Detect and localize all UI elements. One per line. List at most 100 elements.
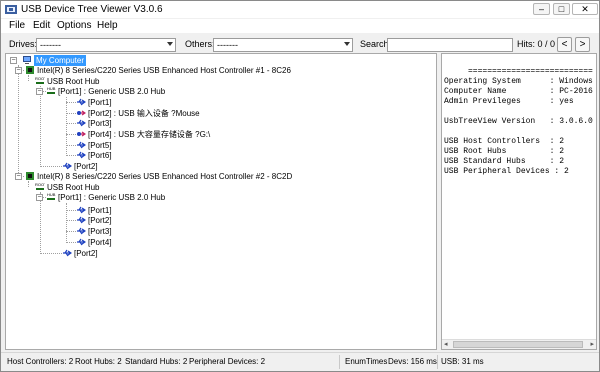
toolbar: Drives: ------- Others: ------- Search: …: [1, 34, 599, 55]
chevron-down-icon: [344, 42, 350, 46]
status-devs-time: Devs: 156 ms: [388, 357, 437, 366]
tree-line: [28, 75, 29, 81]
collapse-toggle[interactable]: −: [15, 67, 22, 74]
app-window: USB Device Tree Viewer V3.0.6 – □ ✕ File…: [0, 0, 600, 372]
menu-file[interactable]: File: [9, 20, 25, 31]
tree-line: [28, 181, 29, 187]
hits-count: Hits: 0 / 0: [517, 39, 556, 49]
usb-port-icon: [77, 238, 86, 246]
tree-node-label: Intel(R) 8 Series/C220 Series USB Enhanc…: [37, 66, 291, 75]
menu-options[interactable]: Options: [57, 20, 91, 31]
status-divider: [339, 355, 340, 369]
tree-node-label: [Port3]: [88, 227, 112, 236]
tree-node-label: [Port3]: [88, 119, 112, 128]
usb-port-icon: [77, 151, 86, 159]
horizontal-scrollbar[interactable]: ◂ ▸: [442, 339, 596, 349]
info-line: USB Standard Hubs : 2: [444, 157, 565, 166]
svg-text:HUB: HUB: [47, 86, 56, 91]
svg-text:HUB: HUB: [47, 192, 56, 197]
info-line: Operating System : Windows: [444, 77, 593, 86]
tree-line: [66, 113, 76, 114]
collapse-toggle[interactable]: −: [36, 194, 43, 201]
tree-line: [40, 253, 62, 254]
tree-node-label: [Port2]: [74, 249, 98, 258]
tree-line: [66, 231, 76, 232]
scroll-right-icon[interactable]: ▸: [590, 341, 594, 348]
search-input[interactable]: [387, 38, 513, 52]
tree-line: [40, 86, 41, 167]
others-dropdown[interactable]: -------: [213, 38, 353, 52]
device-tree[interactable]: − My Computer − Intel(R) 8 Series/C220 S…: [5, 53, 437, 350]
tree-node-label: [Port1]: [88, 98, 112, 107]
previous-hit-button[interactable]: <: [557, 37, 572, 52]
menu-edit[interactable]: Edit: [33, 20, 50, 31]
tree-line: [66, 123, 76, 124]
tree-line: [66, 134, 76, 135]
tree-node-label: [Port1] : Generic USB 2.0 Hub: [58, 193, 166, 202]
tree-line: [66, 97, 67, 156]
usb-port-icon: [77, 227, 86, 235]
status-peripheral-devices: Peripheral Devices: 2: [189, 357, 266, 366]
usb-device-icon: [77, 131, 86, 137]
usb-port-icon: [63, 249, 72, 257]
drives-value: -------: [40, 40, 61, 50]
info-line: USB Host Controllers : 2: [444, 137, 565, 146]
tree-node-label: [Port4]: [88, 238, 112, 247]
status-host-controllers: Host Controllers: 2: [7, 357, 74, 366]
tree-node-label: [Port4] : USB 大容量存储设备 ?G:\: [88, 130, 211, 139]
info-line: Admin Previleges : yes: [444, 97, 574, 106]
tree-line: [66, 242, 76, 243]
tree-line: [18, 65, 19, 177]
next-hit-button[interactable]: >: [575, 37, 590, 52]
info-line: ========================== M: [444, 67, 597, 76]
usb-port-icon: [77, 206, 86, 214]
menu-bar: File Edit Options Help: [1, 19, 599, 33]
others-value: -------: [217, 40, 238, 50]
info-line: USB Root Hubs : 2: [444, 147, 565, 156]
scroll-left-icon[interactable]: ◂: [444, 341, 448, 348]
status-root-hubs: Root Hubs: 2: [75, 357, 122, 366]
usb-port-icon: [77, 216, 86, 224]
info-line: USB Peripheral Devices : 2: [444, 167, 569, 176]
tree-node-label: Intel(R) 8 Series/C220 Series USB Enhanc…: [37, 172, 293, 181]
tree-line: [66, 102, 76, 103]
info-text: ========================== M Operating S…: [444, 57, 597, 177]
tree-line: [40, 192, 41, 254]
maximize-button[interactable]: □: [553, 3, 570, 15]
title-bar[interactable]: USB Device Tree Viewer V3.0.6 – □ ✕: [1, 1, 599, 18]
usb-port-icon: [77, 98, 86, 106]
usb-app-icon: [5, 5, 17, 14]
minimize-button[interactable]: –: [533, 3, 550, 15]
info-panel[interactable]: ========================== M Operating S…: [441, 53, 597, 350]
scrollbar-thumb[interactable]: [453, 341, 583, 348]
menu-help[interactable]: Help: [97, 20, 118, 31]
computer-icon: [23, 56, 31, 64]
tree-node-label: [Port6]: [88, 151, 112, 160]
collapse-toggle[interactable]: −: [10, 57, 17, 64]
usb-port-icon: [77, 119, 86, 127]
svg-text:ROOT: ROOT: [35, 76, 45, 81]
host-controller-icon: [26, 66, 34, 74]
usb-port-icon: [77, 141, 86, 149]
tree-line: [66, 203, 67, 243]
others-label: Others:: [185, 39, 215, 49]
status-divider: [437, 355, 438, 369]
host-controller-icon: [26, 172, 34, 180]
hub-icon: HUB: [47, 86, 56, 94]
collapse-toggle[interactable]: −: [15, 173, 22, 180]
usb-device-icon: [77, 110, 86, 116]
status-bar: Host Controllers: 2 Root Hubs: 2 Standar…: [1, 352, 599, 371]
drives-dropdown[interactable]: -------: [36, 38, 176, 52]
status-enum-times: EnumTimes: [345, 357, 388, 366]
svg-text:ROOT: ROOT: [35, 182, 45, 187]
drives-label: Drives:: [9, 39, 38, 49]
info-line: Computer Name : PC-2016: [444, 87, 593, 96]
close-button[interactable]: ✕: [572, 3, 598, 15]
status-standard-hubs: Standard Hubs: 2: [125, 357, 188, 366]
hub-icon: HUB: [47, 192, 56, 200]
chevron-down-icon: [167, 42, 173, 46]
root-hub-icon: ROOT: [35, 76, 45, 84]
collapse-toggle[interactable]: −: [36, 88, 43, 95]
root-hub-icon: ROOT: [35, 182, 45, 190]
info-line: UsbTreeView Version : 3.0.6.0: [444, 117, 593, 126]
